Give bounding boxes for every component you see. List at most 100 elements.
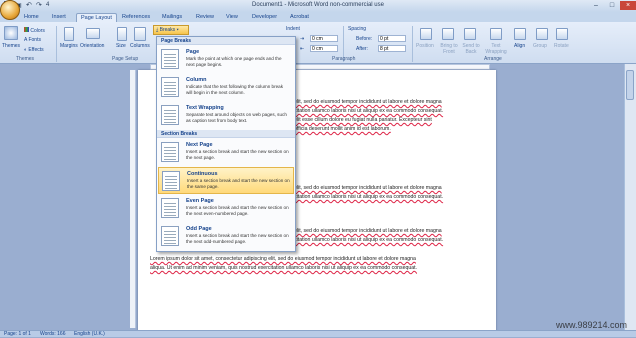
even-page-break-icon: [161, 198, 179, 218]
menu-item-text-wrapping[interactable]: Text Wrapping Separate text around objec…: [158, 102, 294, 129]
margins-button[interactable]: Margins: [60, 43, 78, 49]
menu-item-title: Continuous: [187, 171, 218, 177]
spacing-label: Spacing: [348, 26, 367, 32]
office-button[interactable]: [0, 0, 20, 20]
theme-effects-button[interactable]: ◐ Effects: [24, 47, 44, 53]
window-title: Document1 - Microsoft Word non-commercia…: [252, 2, 384, 8]
status-bar: Page: 1 of 1 Words: 166 English (U.K.): [0, 330, 636, 337]
maximize-icon[interactable]: □: [604, 1, 620, 10]
scrollbar-thumb[interactable]: [626, 70, 634, 100]
menu-item-even-page[interactable]: Even Page Insert a section break and sta…: [158, 195, 294, 222]
align-button[interactable]: Align: [514, 43, 525, 49]
text-line: citation ullamco laboris nisi ut aliquip…: [294, 237, 444, 243]
themes-icon[interactable]: [4, 26, 18, 40]
tab-home[interactable]: Home: [20, 13, 43, 22]
orientation-button[interactable]: Orientation: [80, 43, 104, 49]
text-line: citation ullamco laboris nisi ut aliquip…: [294, 108, 444, 114]
menu-item-title: Page: [186, 49, 200, 55]
send-to-back-button[interactable]: Send to Back: [460, 43, 482, 55]
minimize-icon[interactable]: –: [588, 1, 604, 10]
watermark: www.989214.com: [556, 320, 628, 330]
menu-item-title: Next Page: [186, 142, 213, 148]
tab-review[interactable]: Review: [192, 13, 218, 22]
breaks-icon: ⤓: [156, 27, 159, 33]
page-setup-group-label: Page Setup: [112, 56, 139, 62]
breaks-menu: Page Breaks Page Mark the point at which…: [156, 36, 296, 252]
text-line: elit, sed do eiusmod tempor incididunt u…: [294, 99, 442, 105]
tab-page-layout[interactable]: Page Layout: [76, 13, 117, 22]
indent-label: Indent: [286, 26, 300, 32]
menu-item-continuous[interactable]: Continuous Insert a section break and st…: [158, 167, 294, 194]
tab-developer[interactable]: Developer: [248, 13, 281, 22]
tab-view[interactable]: View: [222, 13, 242, 22]
spacing-after-label: After:: [356, 46, 368, 52]
text-line: elit esse cillum dolore eu fugiat nulla …: [294, 117, 432, 123]
position-icon[interactable]: [420, 28, 432, 40]
text-line: aliqua. Ut enim ad minim veniam, quis no…: [150, 265, 418, 271]
bring-to-front-button[interactable]: Bring to Front: [438, 43, 460, 55]
colors-label: Colors: [30, 28, 45, 34]
colors-icon: [24, 27, 29, 32]
size-button[interactable]: Size: [116, 43, 126, 49]
margins-icon[interactable]: [64, 27, 74, 41]
paragraph-group-label: Paragraph: [332, 56, 356, 62]
text-wrapping-icon[interactable]: [490, 28, 502, 40]
spacing-after-field[interactable]: 8 pt: [378, 45, 406, 52]
themes-group-label: Themes: [16, 56, 35, 62]
menu-item-desc: Insert a section break and start the new…: [187, 178, 290, 189]
text-line: Lorem ipsum dolor sit amet, consectetur …: [150, 256, 416, 262]
text-wrapping-break-icon: [161, 105, 179, 125]
continuous-break-icon: [162, 171, 180, 191]
columns-icon[interactable]: [134, 27, 146, 41]
separator: [56, 26, 57, 62]
rotate-button[interactable]: Rotate: [554, 43, 569, 49]
text-line: elit, sed do eiusmod tempor incididunt u…: [294, 185, 442, 191]
menu-item-desc: Separate text around objects on web page…: [186, 112, 287, 123]
rotate-icon[interactable]: [556, 28, 568, 40]
menu-item-column[interactable]: Column Indicate that the text following …: [158, 74, 294, 101]
page-breaks-header: Page Breaks: [157, 37, 295, 45]
menu-item-odd-page[interactable]: Odd Page Insert a section break and star…: [158, 223, 294, 250]
theme-fonts-button[interactable]: A Fonts: [24, 37, 41, 43]
spacing-before-field[interactable]: 0 pt: [378, 35, 406, 42]
menu-item-desc: Insert a section break and start the new…: [186, 205, 289, 216]
columns-button[interactable]: Columns: [130, 43, 150, 49]
effects-icon: ◐: [24, 47, 28, 53]
menu-item-title: Text Wrapping: [186, 105, 224, 111]
spacing-before-label: Before:: [356, 36, 373, 42]
group-button[interactable]: Group: [533, 43, 547, 49]
tab-insert[interactable]: Insert: [48, 13, 70, 22]
orientation-icon[interactable]: [86, 28, 100, 39]
group-icon[interactable]: [536, 28, 548, 40]
next-page-break-icon: [161, 142, 179, 162]
bring-to-front-icon[interactable]: [442, 28, 454, 40]
menu-item-page[interactable]: Page Mark the point at which one page en…: [158, 46, 294, 73]
breaks-button[interactable]: ⤓ Breaks ▾: [153, 25, 189, 35]
tab-acrobat[interactable]: Acrobat: [286, 13, 313, 22]
position-button[interactable]: Position: [416, 43, 434, 49]
vertical-ruler[interactable]: [130, 70, 136, 328]
menu-item-title: Odd Page: [186, 226, 212, 232]
size-icon[interactable]: [117, 27, 127, 41]
menu-item-next-page[interactable]: Next Page Insert a section break and sta…: [158, 139, 294, 166]
section-breaks-header: Section Breaks: [157, 130, 295, 138]
indent-left-field[interactable]: 0 cm: [310, 35, 338, 42]
tab-references[interactable]: References: [118, 13, 154, 22]
text-line: citation ullamco laboris nisi ut aliquip…: [294, 194, 444, 200]
breaks-label: Breaks: [159, 27, 176, 33]
vertical-scrollbar[interactable]: [624, 64, 636, 330]
menu-item-desc: Insert a section break and start the new…: [186, 233, 289, 244]
themes-button[interactable]: Themes: [2, 43, 20, 49]
text-wrapping-button[interactable]: Text Wrapping: [484, 43, 508, 55]
send-to-back-icon[interactable]: [464, 28, 476, 40]
fonts-icon: A: [24, 37, 28, 43]
indent-right-field[interactable]: 0 cm: [310, 45, 338, 52]
close-icon[interactable]: ×: [620, 1, 636, 10]
tab-mailings[interactable]: Mailings: [158, 13, 186, 22]
indent-left-label: ⇥: [300, 36, 305, 42]
text-line: officia deserunt mollit anim id est labo…: [294, 126, 391, 132]
column-break-icon: [161, 77, 179, 97]
align-icon[interactable]: [514, 28, 526, 40]
indent-right-label: ⇤: [300, 46, 305, 52]
theme-colors-button[interactable]: Colors: [24, 27, 45, 34]
